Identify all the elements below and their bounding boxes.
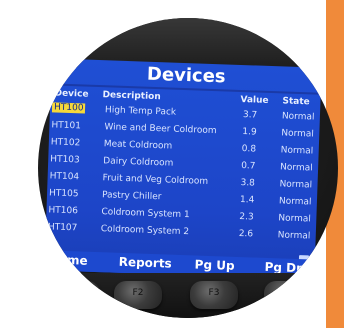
description-cell: Meat Coldroom <box>103 139 173 152</box>
device-id-cell: HT105 <box>48 188 79 200</box>
description-cell: Dairy Coldroom <box>103 156 174 169</box>
value-cell: 0.8 <box>241 144 257 155</box>
reports-softkey[interactable]: Reports <box>118 255 171 271</box>
function-key-4[interactable] <box>264 281 312 309</box>
col-header-device: Device <box>54 88 89 100</box>
state-cell: Normal <box>281 128 315 140</box>
device-screen: Devices Device Description Value State H… <box>44 58 322 280</box>
value-cell: 2.6 <box>238 228 254 240</box>
function-key-f2[interactable]: F2 <box>114 281 162 309</box>
device-id-cell: HT103 <box>50 154 80 166</box>
f3-key-label: F3 <box>208 288 220 298</box>
function-key-1[interactable] <box>52 281 100 309</box>
device-id-cell: HT101 <box>51 120 82 132</box>
state-cell: Normal <box>278 213 312 225</box>
col-header-value: Value <box>240 94 269 106</box>
page-up-softkey[interactable]: Pg Up <box>194 257 234 272</box>
device-id-cell: HT102 <box>50 137 81 149</box>
device-id-cell: HT106 <box>48 205 79 217</box>
description-cell: Coldroom System 2 <box>100 224 190 238</box>
description-cell: High Temp Pack <box>104 105 177 118</box>
col-header-state: State <box>282 96 310 108</box>
state-cell: Normal <box>279 179 313 191</box>
state-cell: Normal <box>279 162 313 174</box>
value-cell: 3.7 <box>242 110 258 121</box>
col-header-description: Description <box>102 90 161 103</box>
home-softkey[interactable]: Home <box>49 252 88 267</box>
description-cell: Wine and Beer Coldroom <box>104 122 217 137</box>
state-cell: Normal <box>280 145 314 157</box>
value-cell: 0.7 <box>240 161 256 172</box>
f2-key-label: F2 <box>132 288 144 298</box>
function-keys: F2 F3 <box>50 273 330 318</box>
value-cell: 3.8 <box>240 178 256 189</box>
state-cell: Normal <box>281 111 315 123</box>
device-id-cell[interactable]: HT100 <box>51 102 86 114</box>
function-key-f3[interactable]: F3 <box>190 281 238 309</box>
description-cell: Fruit and Veg Coldroom <box>102 173 209 187</box>
value-cell: 1.9 <box>242 127 257 138</box>
device-id-cell: HT104 <box>49 171 80 183</box>
value-cell: 2.3 <box>239 211 254 223</box>
description-cell: Coldroom System 1 <box>101 207 190 221</box>
description-cell: Pastry Chiller <box>101 190 162 203</box>
value-cell: 1.4 <box>239 195 255 206</box>
device-id-cell: HT107 <box>47 222 78 234</box>
state-cell: Normal <box>277 230 311 242</box>
device-photo: Devices Device Description Value State H… <box>38 18 338 318</box>
state-cell: Normal <box>278 196 312 208</box>
